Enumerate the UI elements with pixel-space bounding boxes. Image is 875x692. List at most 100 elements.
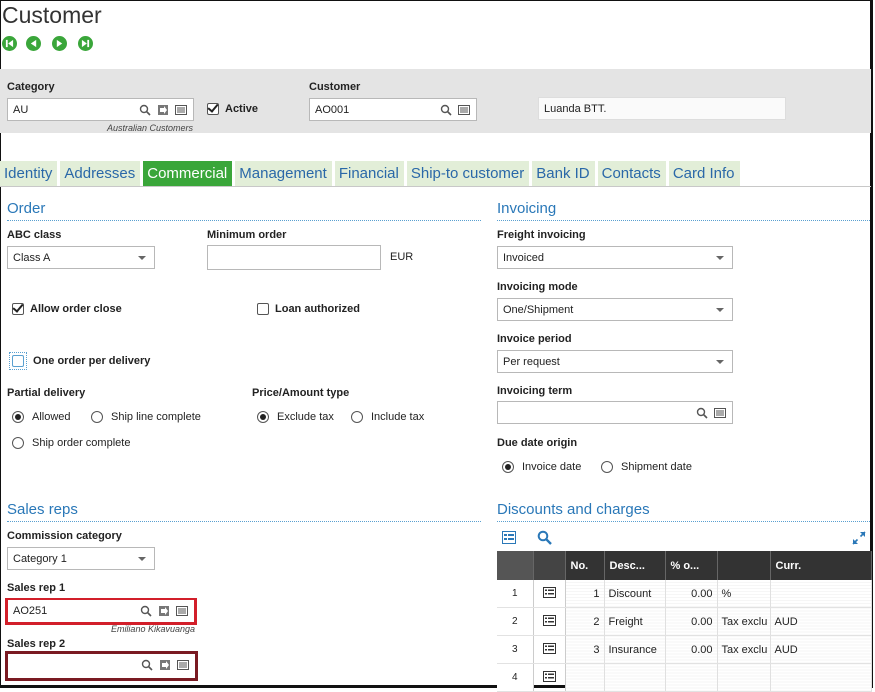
search-icon[interactable] xyxy=(141,659,153,671)
cell-currency[interactable]: AUD xyxy=(770,607,872,636)
details-icon[interactable] xyxy=(175,104,187,116)
tab-commercial[interactable]: Commercial xyxy=(143,161,233,186)
tab-ship-to-customer[interactable]: Ship-to customer xyxy=(406,161,530,186)
cell-description[interactable]: Discount xyxy=(604,580,666,608)
tab-bar: Identity Addresses Commercial Management… xyxy=(0,161,740,186)
loan-authorized-check-icon[interactable] xyxy=(257,303,269,315)
column-no[interactable]: No. xyxy=(565,551,605,580)
tab-financial[interactable]: Financial xyxy=(334,161,404,186)
cell-no[interactable]: 2 xyxy=(565,607,605,636)
table-row[interactable]: 1 1 Discount 0.00 % xyxy=(497,580,872,608)
abc-class-label: ABC class xyxy=(7,229,62,241)
partial-delivery-ship-order-radio[interactable]: Ship order complete xyxy=(12,437,130,449)
cell-currency[interactable] xyxy=(770,663,872,692)
include-tax-radio[interactable]: Include tax xyxy=(351,411,424,423)
freight-invoicing-value: Invoiced xyxy=(503,251,544,264)
loan-authorized-checkbox[interactable]: Loan authorized xyxy=(257,303,360,315)
freight-invoicing-select[interactable]: Invoiced xyxy=(497,246,733,269)
cell-no[interactable] xyxy=(565,663,605,692)
partial-delivery-ship-line-radio[interactable]: Ship line complete xyxy=(91,411,201,423)
cell-description[interactable]: Freight xyxy=(604,607,666,636)
radio-selected-icon[interactable] xyxy=(502,461,514,473)
sales-rep-2-field[interactable] xyxy=(8,654,195,676)
cell-currency[interactable]: AUD xyxy=(770,635,872,664)
last-record-icon[interactable] xyxy=(78,36,93,51)
table-row[interactable]: 2 2 Freight 0.00 Tax exclu AUD xyxy=(497,607,872,636)
radio-icon[interactable] xyxy=(351,411,363,423)
radio-icon[interactable] xyxy=(12,437,24,449)
allow-order-close-checkbox[interactable]: Allow order close xyxy=(12,303,122,315)
next-record-icon[interactable] xyxy=(52,36,67,51)
cell-description[interactable]: Insurance xyxy=(604,635,666,664)
one-order-per-delivery-checkbox[interactable]: One order per delivery xyxy=(9,352,150,370)
cell-description[interactable] xyxy=(604,663,666,692)
goto-icon[interactable] xyxy=(158,605,170,617)
first-record-icon[interactable] xyxy=(2,36,17,51)
invoicing-mode-select[interactable]: One/Shipment xyxy=(497,298,733,321)
row-detail-icon[interactable] xyxy=(533,663,566,692)
table-row[interactable]: 4 xyxy=(497,663,872,692)
radio-selected-icon[interactable] xyxy=(12,411,24,423)
row-number: 3 xyxy=(497,635,534,664)
column-percent[interactable]: % o... xyxy=(665,551,718,580)
row-detail-icon[interactable] xyxy=(533,635,566,664)
search-icon[interactable] xyxy=(440,104,452,116)
search-icon[interactable] xyxy=(140,605,152,617)
sales-rep-1-field[interactable]: AO251 xyxy=(8,600,194,622)
goto-icon[interactable] xyxy=(157,104,169,116)
cell-percent[interactable]: 0.00 xyxy=(665,580,718,608)
cell-type[interactable]: Tax exclu xyxy=(717,635,771,664)
cell-type[interactable]: % xyxy=(717,580,771,608)
tab-card-info[interactable]: Card Info xyxy=(668,161,740,186)
invoice-period-select[interactable]: Per request xyxy=(497,350,733,373)
category-field[interactable]: AU xyxy=(7,98,194,121)
column-type[interactable] xyxy=(717,551,771,580)
expand-icon[interactable] xyxy=(852,531,866,545)
row-detail-icon[interactable] xyxy=(533,580,566,608)
cell-percent[interactable]: 0.00 xyxy=(665,607,718,636)
allow-order-close-check-icon[interactable] xyxy=(12,303,24,315)
row-detail-icon[interactable] xyxy=(533,607,566,636)
cell-no[interactable]: 1 xyxy=(565,580,605,608)
radio-selected-icon[interactable] xyxy=(257,411,269,423)
exclude-tax-radio[interactable]: Exclude tax xyxy=(257,411,334,423)
invoicing-term-field[interactable] xyxy=(497,401,733,424)
customer-field[interactable]: AO001 xyxy=(309,98,477,121)
minimum-order-input[interactable] xyxy=(207,245,381,270)
details-icon[interactable] xyxy=(176,605,188,617)
cell-no[interactable]: 3 xyxy=(565,635,605,664)
goto-icon[interactable] xyxy=(159,659,171,671)
column-currency[interactable]: Curr. xyxy=(770,551,872,580)
details-icon[interactable] xyxy=(458,104,470,116)
allow-order-close-label: Allow order close xyxy=(30,303,122,315)
active-check-icon[interactable] xyxy=(207,103,219,115)
active-checkbox[interactable]: Active xyxy=(207,103,258,115)
one-order-per-delivery-check-icon[interactable] xyxy=(12,355,24,367)
abc-class-select[interactable]: Class A xyxy=(7,246,155,269)
search-icon[interactable] xyxy=(696,407,708,419)
cell-percent[interactable]: 0.00 xyxy=(665,635,718,664)
search-icon[interactable] xyxy=(139,104,151,116)
tab-identity[interactable]: Identity xyxy=(0,161,58,186)
tab-management[interactable]: Management xyxy=(235,161,332,186)
shipment-date-radio[interactable]: Shipment date xyxy=(601,461,692,473)
details-icon[interactable] xyxy=(177,659,189,671)
radio-icon[interactable] xyxy=(601,461,613,473)
tab-contacts[interactable]: Contacts xyxy=(597,161,666,186)
radio-icon[interactable] xyxy=(91,411,103,423)
previous-record-icon[interactable] xyxy=(26,36,41,51)
search-icon[interactable] xyxy=(537,530,552,545)
tab-bank-id[interactable]: Bank ID xyxy=(532,161,595,186)
cell-type[interactable] xyxy=(717,663,771,692)
cell-percent[interactable] xyxy=(665,663,718,692)
table-row[interactable]: 3 3 Insurance 0.00 Tax exclu AUD xyxy=(497,635,872,664)
commission-category-select[interactable]: Category 1 xyxy=(7,547,155,570)
tab-addresses[interactable]: Addresses xyxy=(60,161,141,186)
column-description[interactable]: Desc... xyxy=(604,551,666,580)
cell-currency[interactable] xyxy=(770,580,872,608)
invoice-date-radio[interactable]: Invoice date xyxy=(502,461,581,473)
partial-delivery-allowed-radio[interactable]: Allowed xyxy=(12,411,71,423)
cell-type[interactable]: Tax exclu xyxy=(717,607,771,636)
details-icon[interactable] xyxy=(714,407,726,419)
list-view-icon[interactable] xyxy=(502,531,516,544)
